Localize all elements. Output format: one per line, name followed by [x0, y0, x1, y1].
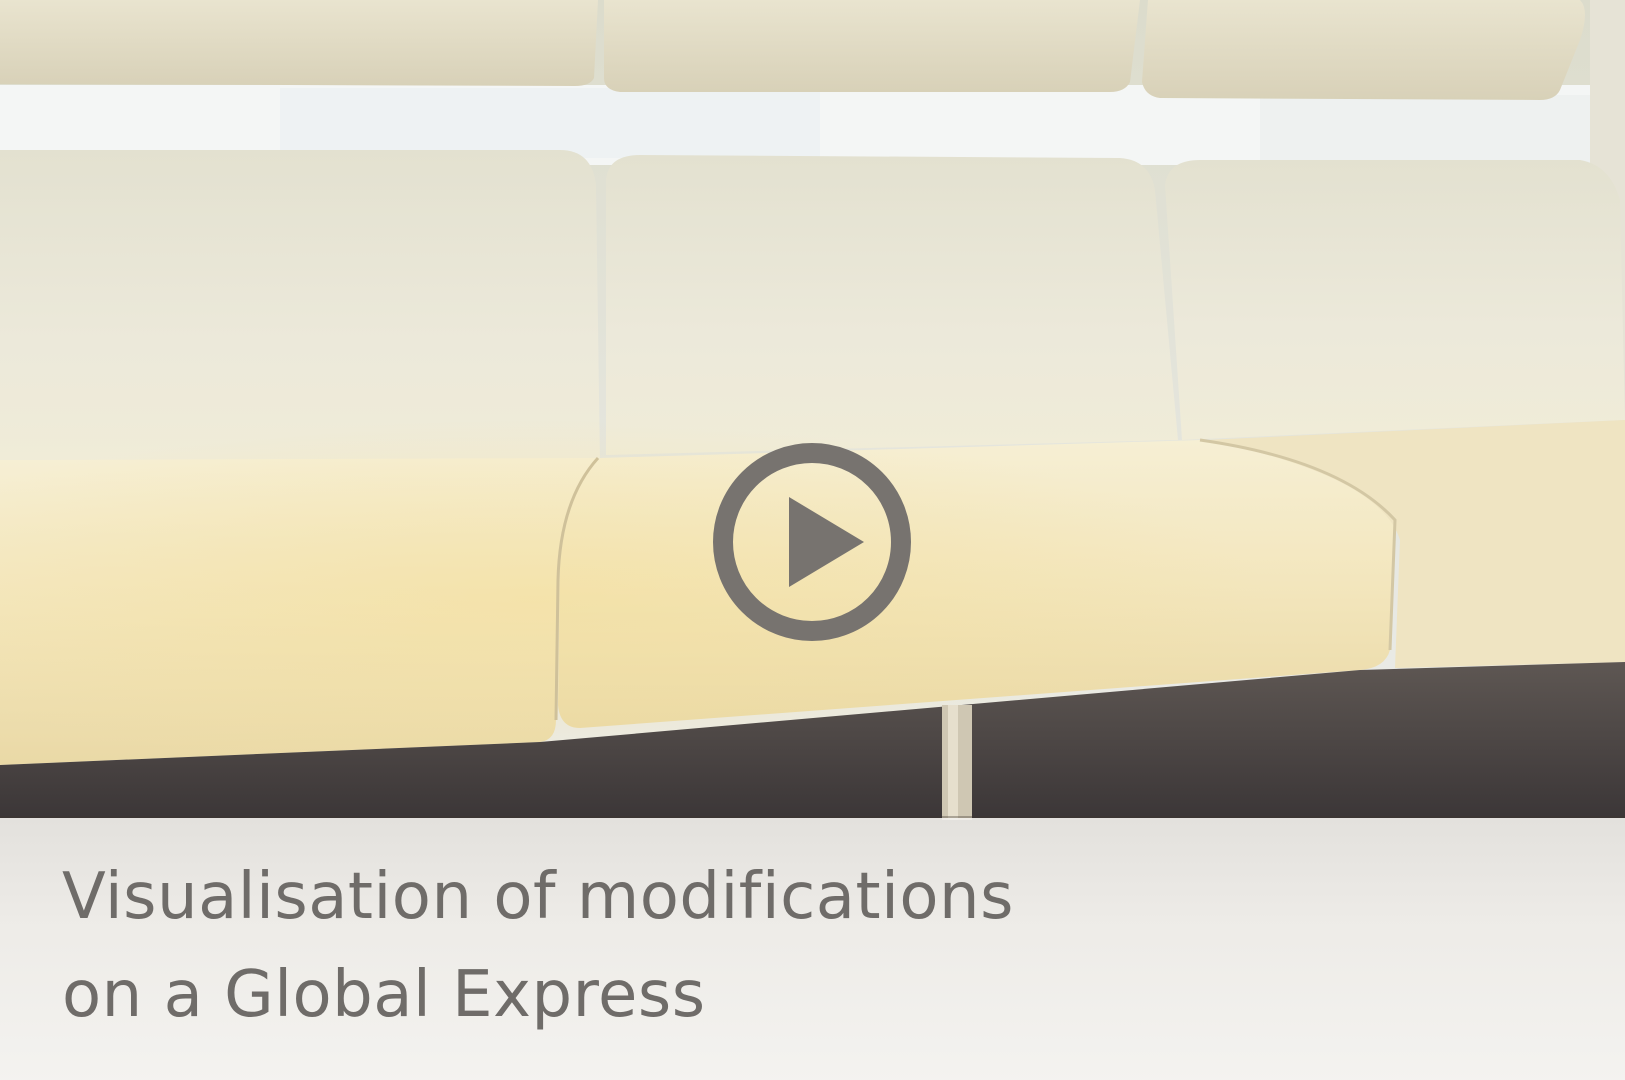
play-icon — [713, 443, 911, 641]
video-card[interactable]: Visualisation of modifications on a Glob… — [0, 0, 1625, 1080]
video-caption: Visualisation of modifications on a Glob… — [62, 848, 1462, 1044]
play-button[interactable] — [710, 440, 914, 644]
caption-line-2: on a Global Express — [62, 958, 706, 1032]
caption-line-1: Visualisation of modifications — [62, 860, 1014, 934]
